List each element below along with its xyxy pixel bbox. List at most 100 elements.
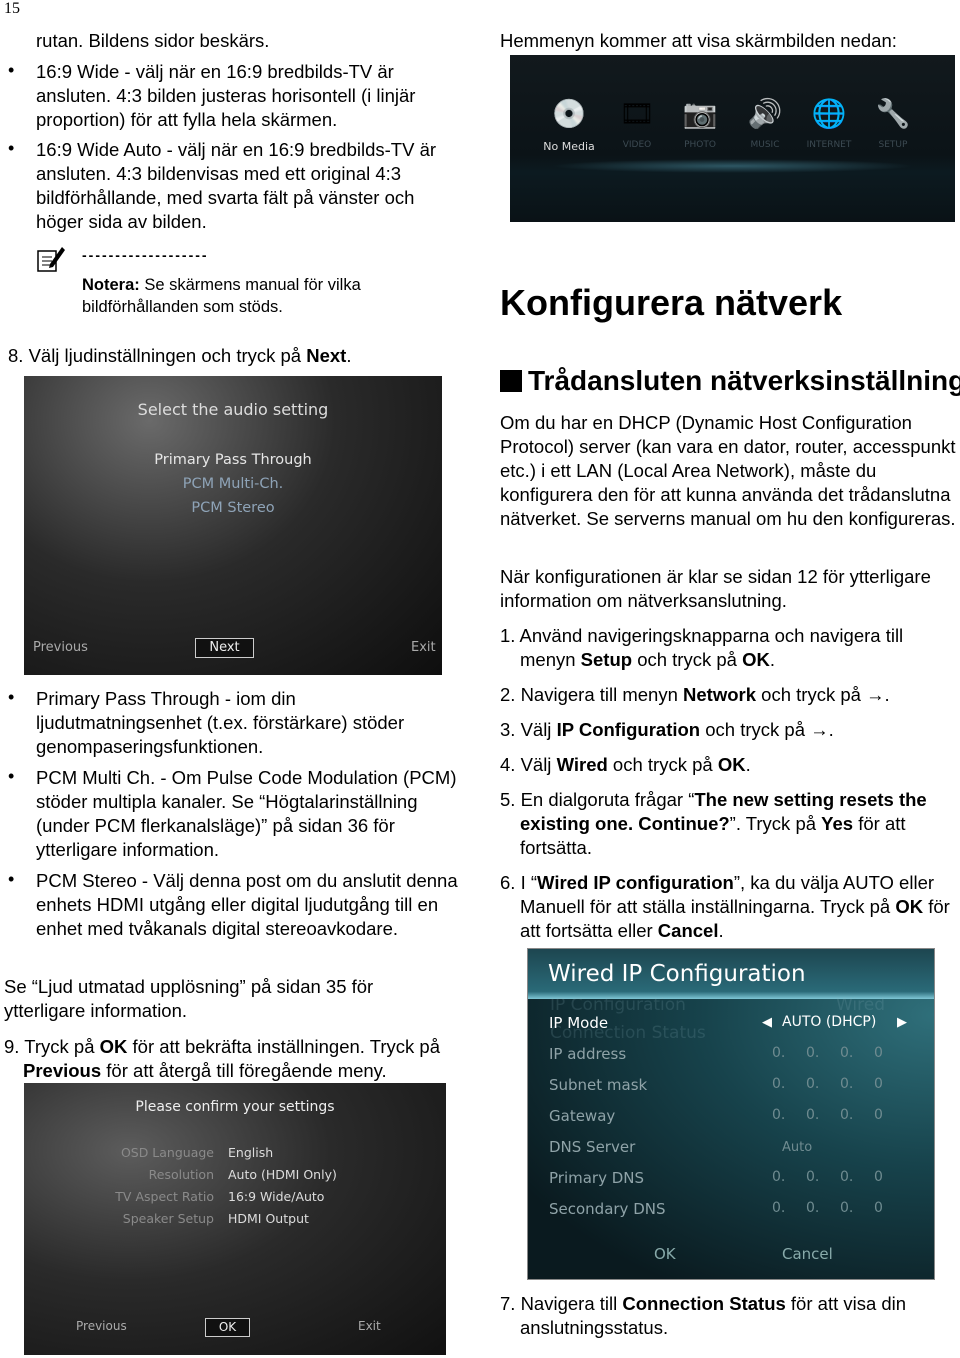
bold-text: Setup <box>580 649 633 670</box>
exit-button: Exit <box>358 1319 381 1333</box>
previous-button: Previous <box>33 640 88 655</box>
field-label: DNS Server <box>549 1138 636 1156</box>
step-7: 7. Navigera till Connection Status för a… <box>500 1292 955 1340</box>
ip-octet: 0. <box>840 1076 854 1092</box>
field-label: Subnet mask <box>549 1076 648 1094</box>
field-value: Auto <box>782 1140 813 1155</box>
text-segment: 4. Välj <box>500 754 557 775</box>
text-segment: 3. Välj <box>500 719 557 740</box>
bold-text: Next <box>306 345 347 366</box>
text-segment: PCM Multi Ch. - Om Pulse Code Modulation… <box>36 767 457 860</box>
setting-value: HDMI Output <box>228 1211 309 1226</box>
ip-octet: 0. <box>806 1076 820 1092</box>
ip-octet: 0. <box>840 1107 854 1123</box>
setting-value: English <box>228 1145 274 1160</box>
text-segment: Se “Ljud utmatad upplösning” på sidan 35… <box>4 976 374 1021</box>
ip-octet: 0. <box>772 1200 786 1216</box>
setting-value: Auto (HDMI Only) <box>228 1167 337 1182</box>
ip-octet: 0 <box>874 1045 883 1061</box>
step-6: 6. I “Wired IP configuration”, ka du väl… <box>500 871 960 943</box>
text-segment: 9. Tryck på <box>4 1036 100 1057</box>
bullet-text: 16:9 Wide - välj när en 16:9 bredbilds-T… <box>36 60 461 132</box>
confirm-settings-screenshot: Please confirm your settings OSD Languag… <box>24 1083 446 1355</box>
ip-mode-value: AUTO (DHCP) <box>782 1014 877 1030</box>
square-bullet-icon <box>500 370 522 392</box>
ip-octet: 0 <box>874 1169 883 1185</box>
ghost-text: IP Configuration <box>550 995 686 1015</box>
ip-octet: 0. <box>806 1045 820 1061</box>
bold-text: OK <box>99 1036 128 1057</box>
ok-button: OK <box>654 1245 676 1263</box>
ip-octet: 0 <box>874 1107 883 1123</box>
text-segment: 16:9 Wide Auto - välj när en 16:9 bredbi… <box>36 139 437 232</box>
text-segment: 7. Navigera till <box>500 1293 623 1314</box>
text-segment: och tryck på →. <box>700 719 834 740</box>
bullet-text: PCM Multi Ch. - Om Pulse Code Modulation… <box>36 766 466 862</box>
audio-option: PCM Multi-Ch. <box>182 476 284 492</box>
arrow-right-icon: ▶ <box>897 1015 907 1030</box>
bullet-text: 16:9 Wide Auto - välj när en 16:9 bredbi… <box>36 138 461 234</box>
disc-icon: 💿 <box>551 97 587 130</box>
text-segment: för att bekräfta inställningen. Tryck på <box>127 1036 440 1057</box>
field-label: IP address <box>549 1045 627 1063</box>
bold-text: Yes <box>821 813 854 834</box>
audio-setting-screenshot: Select the audio setting Primary Pass Th… <box>24 376 442 675</box>
wrench-icon: 🔧 <box>875 97 911 130</box>
text-segment: . <box>718 920 724 941</box>
bold-text: OK <box>717 754 746 775</box>
text-segment: Hemmenyn kommer att visa skärmbilden ned… <box>500 30 897 51</box>
text-segment: och tryck på <box>607 754 718 775</box>
step-4: 4. Välj Wired och tryck på OK. <box>500 753 955 777</box>
speakers-icon: 🔊 <box>747 97 783 130</box>
page-number: 15 <box>4 0 20 17</box>
ip-octet: 0 <box>874 1076 883 1092</box>
paragraph: När konfigurationen är klar se sidan 12 … <box>500 565 955 613</box>
ip-octet: 0 <box>874 1200 883 1216</box>
audio-title: Select the audio setting <box>137 400 329 419</box>
next-button: Next <box>195 638 254 658</box>
text-segment: för att återgå till föregående meny. <box>101 1060 387 1081</box>
text-segment: och tryck på →. <box>756 684 890 705</box>
ip-octet: 0. <box>806 1107 820 1123</box>
text-segment: PCM Stereo - Välj denna post om du anslu… <box>36 870 458 939</box>
text-segment: rutan. Bildens sidor beskärs. <box>36 30 270 51</box>
ip-octet: 0. <box>772 1076 786 1092</box>
ip-octet: 0. <box>840 1200 854 1216</box>
ip-octet: 0. <box>840 1045 854 1061</box>
setting-label: Speaker Setup <box>122 1211 214 1226</box>
intro-text: rutan. Bildens sidor beskärs. <box>36 29 456 53</box>
ip-octet: 0. <box>840 1169 854 1185</box>
see-audio-text: Se “Ljud utmatad upplösning” på sidan 35… <box>4 975 424 1023</box>
text-segment: 6. I “ <box>500 872 538 893</box>
text-segment: När konfigurationen är klar se sidan 12 … <box>500 566 931 611</box>
step-8: 8. Välj ljudinställningen och tryck på N… <box>8 344 458 368</box>
ok-button: OK <box>205 1318 250 1337</box>
camera-icon: 📷 <box>682 97 718 130</box>
text-segment: . <box>346 345 352 366</box>
note-pencil-icon <box>37 247 65 272</box>
bold-text: Connection Status <box>622 1293 786 1314</box>
text-segment: ”. Tryck på <box>729 813 822 834</box>
ip-octet: 0. <box>772 1169 786 1185</box>
ip-octet: 0. <box>772 1107 786 1123</box>
bold-text: IP Configuration <box>556 719 701 740</box>
bold-text: OK <box>742 649 770 670</box>
home-menu-screenshot: 💿 No Media 🎞 VIDEO 📷 PHOTO 🔊 MUSIC 🌐 INTERNET 🔧 SET… <box>510 55 955 222</box>
bullet-text: Primary Pass Through - iom din ljudutmat… <box>36 687 461 759</box>
text-segment: 8. Välj ljudinställningen och tryck på <box>8 345 307 366</box>
exit-button: Exit <box>411 640 436 655</box>
step-5: 5. En dialgoruta frågar “The new setting… <box>500 788 960 860</box>
bullet-text: PCM Stereo - Välj denna post om du anslu… <box>36 869 461 941</box>
step-9: 9. Tryck på OK för att bekräfta inställn… <box>4 1035 459 1083</box>
bold-text: Wired <box>556 754 608 775</box>
wired-title: Wired IP Configuration <box>548 961 806 987</box>
text-segment: Om du har en DHCP (Dynamic Host Configur… <box>500 412 956 529</box>
ip-octet: 0. <box>806 1200 820 1216</box>
setting-label: OSD Language <box>120 1145 214 1160</box>
step-2: 2. Navigera till menyn Network och tryck… <box>500 683 955 707</box>
note-text: Notera: Se skärmens manual för vilka bil… <box>82 274 422 318</box>
previous-button: Previous <box>76 1319 127 1333</box>
note-divider: ------------------- <box>82 247 209 263</box>
text-segment: 5. En dialgoruta frågar “ <box>500 789 695 810</box>
ip-octet: 0. <box>806 1169 820 1185</box>
